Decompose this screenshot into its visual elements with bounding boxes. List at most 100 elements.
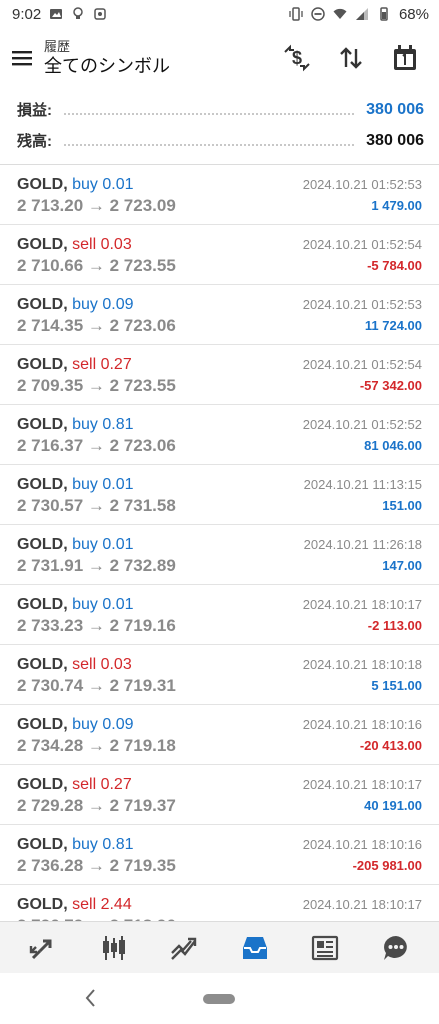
bulb-notification-icon bbox=[73, 7, 83, 19]
deal-symbol: GOLD, bbox=[17, 836, 68, 853]
deal-time: 2024.10.21 01:52:53 bbox=[302, 177, 422, 192]
deal-profit: 151.00 bbox=[382, 498, 422, 513]
deal-prices: 2 730.74 → 2 719.31 bbox=[17, 676, 176, 695]
deal-profit: -2 113.00 bbox=[367, 618, 422, 633]
deal-profit: 5 151.00 bbox=[371, 678, 422, 693]
tab-chat[interactable] bbox=[373, 925, 419, 971]
deal-symbol: GOLD, bbox=[17, 656, 68, 673]
title-block[interactable]: 履歴 全てのシンボル bbox=[44, 39, 170, 77]
deal-symbol: GOLD, bbox=[17, 716, 68, 733]
deal-profit: 81 046.00 bbox=[364, 438, 422, 453]
deal-symbol: GOLD, bbox=[17, 476, 68, 493]
deal-side: sell 0.27 bbox=[72, 356, 132, 373]
deal-profit: -205 981.00 bbox=[352, 858, 422, 873]
deal-row[interactable]: GOLD, buy 0.01 2 730.57 → 2 731.58 2024.10… bbox=[0, 465, 439, 525]
deal-profit: 1 479.00 bbox=[371, 198, 422, 213]
app-toolbar: 履歴 全てのシンボル $ bbox=[0, 30, 439, 86]
sort-arrows-icon bbox=[340, 47, 362, 69]
tab-quotes[interactable] bbox=[20, 925, 66, 971]
vibrate-icon bbox=[289, 7, 303, 21]
signal-icon bbox=[355, 8, 368, 20]
deal-side: buy 0.01 bbox=[72, 176, 134, 193]
deal-row[interactable]: GOLD, sell 0.03 2 710.66 → 2 723.55 2024.1… bbox=[0, 225, 439, 285]
deal-side: buy 0.01 bbox=[72, 596, 134, 613]
calendar-icon bbox=[394, 45, 416, 70]
menu-button[interactable] bbox=[0, 36, 44, 80]
deals-list[interactable]: GOLD, buy 0.01 2 713.20 → 2 723.09 2024.10… bbox=[0, 165, 439, 921]
deal-symbol: GOLD, bbox=[17, 776, 68, 793]
deal-time: 2024.10.21 18:10:18 bbox=[302, 657, 422, 672]
deal-row[interactable]: GOLD, buy 0.01 2 731.91 → 2 732.89 2024.10… bbox=[0, 525, 439, 585]
tab-chart[interactable] bbox=[91, 925, 137, 971]
page-title: 全てのシンボル bbox=[44, 56, 170, 76]
bottom-tab-bar bbox=[0, 921, 439, 973]
hamburger-menu-icon bbox=[12, 51, 32, 66]
deal-time: 2024.10.21 01:52:53 bbox=[302, 297, 422, 312]
deal-row[interactable]: GOLD, buy 0.81 2 716.37 → 2 723.06 2024.10… bbox=[0, 405, 439, 465]
deal-row[interactable]: GOLD, buy 0.81 2 736.28 → 2 719.35 2024.10… bbox=[0, 825, 439, 885]
deal-side: buy 0.09 bbox=[72, 716, 134, 733]
news-icon bbox=[312, 935, 339, 960]
deal-row[interactable]: GOLD, sell 2.442 726.79 → 2 718.962024.1… bbox=[0, 885, 439, 921]
deal-time: 2024.10.21 01:52:54 bbox=[302, 237, 422, 252]
profit-label: 損益: bbox=[17, 102, 52, 119]
deal-row[interactable]: GOLD, sell 0.27 2 709.35 → 2 723.55 2024.1… bbox=[0, 345, 439, 405]
deal-prices: 2 713.20 → 2 723.09 bbox=[17, 196, 176, 215]
deal-symbol: GOLD, bbox=[17, 236, 68, 253]
deal-time: 2024.10.21 11:26:18 bbox=[303, 537, 422, 552]
deal-side: buy 0.81 bbox=[72, 836, 134, 853]
period-button[interactable] bbox=[383, 36, 427, 80]
deal-side: sell 0.27 bbox=[72, 776, 132, 793]
deal-symbol: GOLD, bbox=[17, 596, 68, 613]
deal-side: sell 0.03 bbox=[72, 236, 132, 253]
deal-side: buy 0.09 bbox=[72, 296, 134, 313]
chat-icon bbox=[383, 935, 407, 960]
deal-prices: 2 733.23 → 2 719.16 bbox=[17, 616, 176, 635]
tab-news[interactable] bbox=[302, 925, 348, 971]
deal-row[interactable]: GOLD, sell 0.03 2 730.74 → 2 719.31 2024.1… bbox=[0, 645, 439, 705]
deal-symbol: GOLD, bbox=[17, 356, 68, 373]
deal-time: 2024.10.21 18:10:16 bbox=[302, 717, 422, 732]
deal-prices: 2 714.35 → 2 723.06 bbox=[17, 316, 176, 335]
system-nav-bar bbox=[0, 973, 439, 1024]
deal-prices: 2 731.91 → 2 732.89 bbox=[17, 556, 176, 575]
tab-trade[interactable] bbox=[161, 925, 207, 971]
deal-row[interactable]: GOLD, buy 0.01 2 713.20 → 2 723.09 2024.10… bbox=[0, 165, 439, 225]
trade-icon bbox=[171, 937, 197, 960]
deal-side: buy 0.01 bbox=[72, 536, 134, 553]
quotes-icon bbox=[30, 939, 52, 959]
deal-profit: 40 191.00 bbox=[364, 798, 422, 813]
battery-icon bbox=[380, 7, 388, 21]
back-nav-icon[interactable] bbox=[82, 987, 100, 1009]
summary-panel: 損益: 380 006 残高: 380 006 bbox=[0, 94, 439, 165]
page-subtitle: 履歴 bbox=[44, 39, 71, 54]
leader-dots bbox=[64, 136, 355, 146]
deal-row[interactable]: GOLD, sell 0.27 2 729.28 → 2 719.37 2024.1… bbox=[0, 765, 439, 825]
wifi-icon bbox=[333, 8, 347, 19]
deal-time: 2024.10.21 01:52:52 bbox=[302, 417, 422, 432]
deal-row[interactable]: GOLD, buy 0.09 2 714.35 → 2 723.06 2024.10… bbox=[0, 285, 439, 345]
profit-value: 380 006 bbox=[366, 100, 424, 118]
deal-row[interactable]: GOLD, buy 0.01 2 733.23 → 2 719.16 2024.10… bbox=[0, 585, 439, 645]
deal-time: 2024.10.21 18:10:16 bbox=[302, 837, 422, 852]
deal-symbol: GOLD, bbox=[17, 296, 68, 313]
deposit-withdraw-button[interactable]: $ bbox=[275, 36, 319, 80]
deal-row[interactable]: GOLD, buy 0.09 2 734.28 → 2 719.18 2024.10… bbox=[0, 705, 439, 765]
status-time: 9:02 bbox=[12, 5, 42, 23]
deal-time: 2024.10.21 01:52:54 bbox=[302, 357, 422, 372]
image-notification-icon bbox=[50, 9, 63, 19]
home-nav-pill[interactable] bbox=[203, 994, 235, 1004]
deal-profit: -20 413.00 bbox=[359, 738, 422, 753]
balance-label: 残高: bbox=[17, 133, 52, 150]
tab-history[interactable] bbox=[232, 925, 278, 971]
deal-symbol: GOLD, bbox=[17, 896, 68, 913]
deal-symbol: GOLD, bbox=[17, 176, 68, 193]
app-notification-icon bbox=[94, 8, 106, 20]
deal-side: buy 0.01 bbox=[72, 476, 134, 493]
profit-row: 損益: 380 006 bbox=[0, 94, 439, 125]
sort-button[interactable] bbox=[329, 36, 373, 80]
deal-prices: 2 716.37 → 2 723.06 bbox=[17, 436, 176, 455]
deal-profit: -57 342.00 bbox=[359, 378, 422, 393]
deal-time: 2024.10.21 11:13:15 bbox=[303, 477, 422, 492]
deal-symbol: GOLD, bbox=[17, 416, 68, 433]
